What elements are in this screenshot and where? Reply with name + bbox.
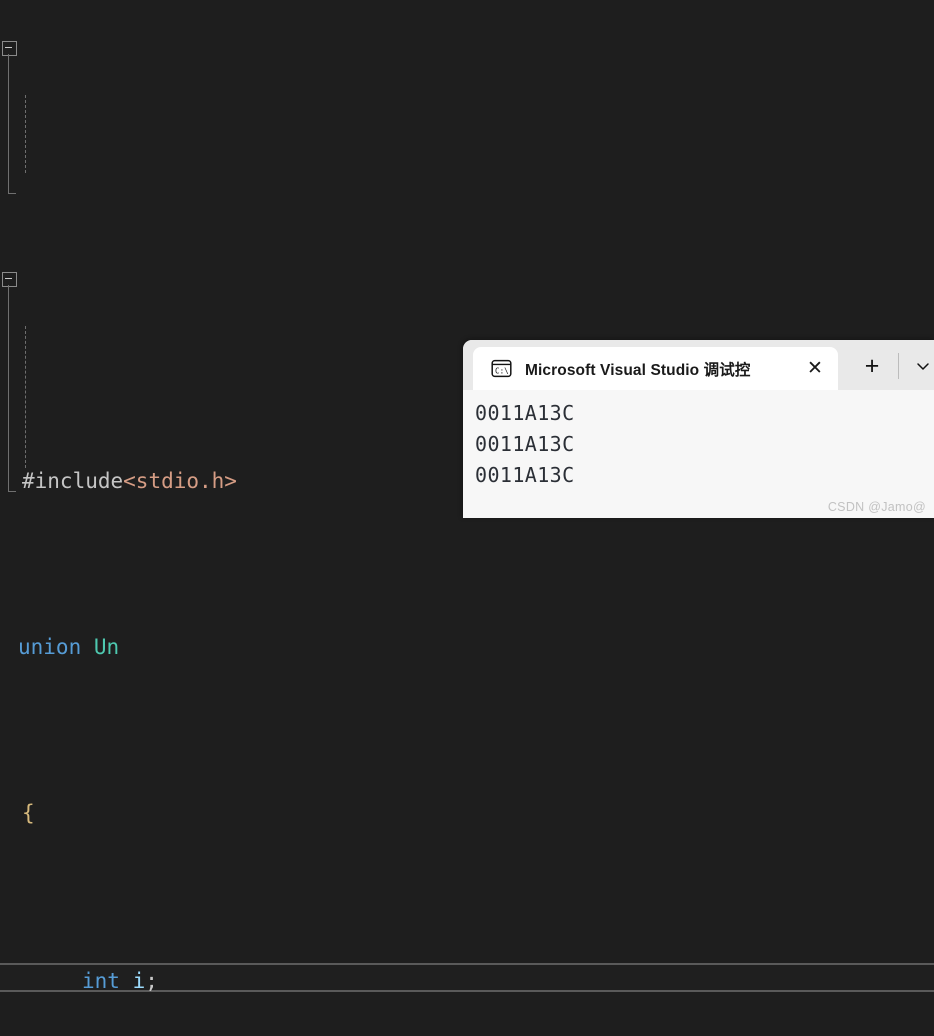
fold-toggle-main[interactable] — [2, 272, 17, 287]
include-header-path: <stdio.h> — [123, 468, 237, 493]
console-tab-active[interactable]: C:\ Microsoft Visual Studio 调试控 ✕ — [473, 347, 838, 390]
debug-console-window[interactable]: C:\ Microsoft Visual Studio 调试控 ✕ + 0011… — [463, 340, 934, 518]
chevron-down-icon[interactable] — [906, 349, 934, 383]
code-line-int-i[interactable]: int i; — [0, 962, 934, 993]
semicolon: ; — [145, 968, 158, 993]
console-output-line: 0011A13C — [475, 463, 575, 487]
close-icon[interactable]: ✕ — [798, 352, 832, 386]
keyword-int: int — [82, 968, 120, 993]
console-title-bar[interactable]: C:\ Microsoft Visual Studio 调试控 ✕ + — [463, 340, 934, 390]
keyword-union: union — [18, 634, 82, 659]
console-output-area[interactable]: 0011A13C 0011A13C 0011A13C — [463, 390, 934, 518]
fold-region-union-bar — [8, 54, 16, 194]
new-tab-icon[interactable]: + — [852, 349, 892, 383]
code-line-union-open-brace[interactable]: { — [0, 797, 934, 830]
console-output-line: 0011A13C — [475, 432, 575, 456]
type-name-un: Un — [93, 634, 120, 659]
open-brace: { — [22, 800, 35, 825]
member-i: i — [132, 968, 146, 993]
terminal-icon: C:\ — [491, 358, 512, 379]
fold-region-main-bar — [8, 285, 16, 492]
console-output-line: 0011A13C — [475, 401, 575, 425]
watermark-text: CSDN @Jamo@ — [827, 500, 926, 514]
indent-guide-union — [25, 95, 26, 173]
toolbar-divider — [898, 353, 899, 379]
fold-toggle-union[interactable] — [2, 41, 17, 56]
console-tab-title: Microsoft Visual Studio 调试控 — [525, 361, 751, 379]
svg-text:C:\: C:\ — [495, 366, 509, 375]
preprocessor-directive: #include — [22, 468, 124, 493]
code-line-union-decl[interactable]: union Un — [0, 631, 934, 664]
indent-guide-main — [25, 326, 26, 468]
